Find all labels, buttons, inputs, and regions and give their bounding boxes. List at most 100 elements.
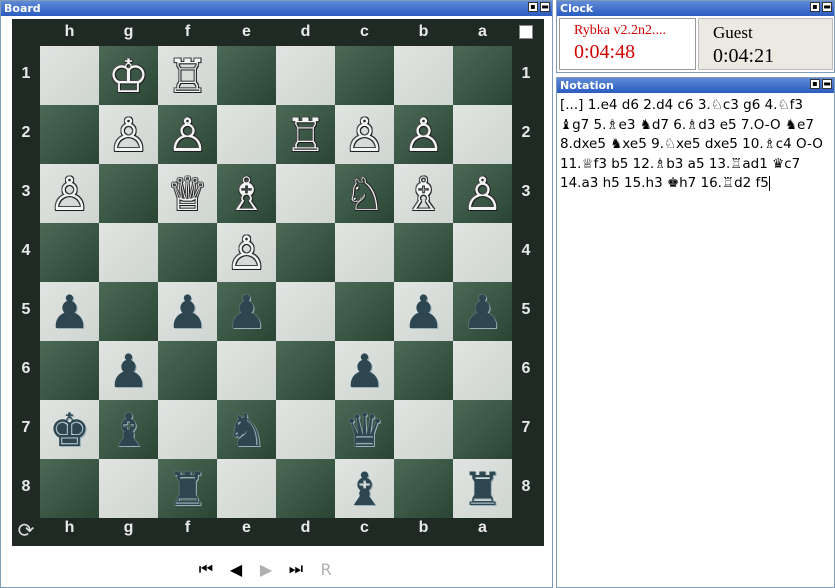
square-f4[interactable] (158, 223, 217, 282)
white-piece-e3[interactable]: ♗ (226, 168, 267, 220)
square-d7[interactable] (276, 400, 335, 459)
square-f5[interactable]: ♟ (158, 282, 217, 341)
square-b7[interactable] (394, 400, 453, 459)
restore-icon[interactable]: ▪ (810, 79, 820, 89)
square-c5[interactable] (335, 282, 394, 341)
square-f3[interactable]: ♕ (158, 164, 217, 223)
square-b8[interactable] (394, 459, 453, 518)
square-d6[interactable] (276, 341, 335, 400)
square-h1[interactable] (40, 46, 99, 105)
black-piece-e5[interactable]: ♟ (226, 286, 267, 338)
square-c4[interactable] (335, 223, 394, 282)
black-piece-g6[interactable]: ♟ (108, 345, 149, 397)
black-piece-e7[interactable]: ♞ (226, 404, 267, 456)
square-c3[interactable]: ♘ (335, 164, 394, 223)
square-g4[interactable] (99, 223, 158, 282)
square-f2[interactable]: ♙ (158, 105, 217, 164)
square-b1[interactable] (394, 46, 453, 105)
square-h8[interactable] (40, 459, 99, 518)
square-h7[interactable]: ♚ (40, 400, 99, 459)
square-e8[interactable] (217, 459, 276, 518)
square-f1[interactable]: ♖ (158, 46, 217, 105)
replay-button[interactable]: R (317, 560, 335, 579)
white-piece-f1[interactable]: ♖ (167, 50, 208, 102)
white-piece-c3[interactable]: ♘ (344, 168, 385, 220)
square-c7[interactable]: ♛ (335, 400, 394, 459)
restore-icon[interactable]: ▪ (810, 2, 820, 12)
minimize-icon[interactable]: ▬ (540, 2, 550, 12)
square-a6[interactable] (453, 341, 512, 400)
square-g7[interactable]: ♝ (99, 400, 158, 459)
square-a3[interactable]: ♙ (453, 164, 512, 223)
square-c2[interactable]: ♙ (335, 105, 394, 164)
square-a7[interactable] (453, 400, 512, 459)
black-piece-a8[interactable]: ♜ (462, 463, 503, 515)
square-b5[interactable]: ♟ (394, 282, 453, 341)
square-a8[interactable]: ♜ (453, 459, 512, 518)
square-a4[interactable] (453, 223, 512, 282)
white-piece-g2[interactable]: ♙ (108, 109, 149, 161)
last-move-button[interactable]: ⏭ (287, 559, 305, 579)
white-piece-c2[interactable]: ♙ (344, 109, 385, 161)
square-a1[interactable] (453, 46, 512, 105)
square-g2[interactable]: ♙ (99, 105, 158, 164)
square-g8[interactable] (99, 459, 158, 518)
black-piece-f5[interactable]: ♟ (167, 286, 208, 338)
white-piece-b3[interactable]: ♗ (403, 168, 444, 220)
settings-checkbox[interactable] (519, 25, 533, 39)
board-squares[interactable]: ♔ ♖ ♙ ♙ ♖ ♙ ♙ ♙ ♕ ♗ ♘ ♗ ♙ ♙ ♟ ♟ ♟ ♟ ♟ ♟ ♟ ♚ ♝ ♞ ♛ ♜ ♝ ♜ (40, 46, 512, 518)
minimize-icon[interactable]: ▬ (822, 79, 832, 89)
square-c6[interactable]: ♟ (335, 341, 394, 400)
square-d3[interactable] (276, 164, 335, 223)
black-piece-b5[interactable]: ♟ (403, 286, 444, 338)
black-piece-f8[interactable]: ♜ (167, 463, 208, 515)
square-d8[interactable] (276, 459, 335, 518)
square-b3[interactable]: ♗ (394, 164, 453, 223)
square-d2[interactable]: ♖ (276, 105, 335, 164)
black-piece-a5[interactable]: ♟ (462, 286, 503, 338)
square-e2[interactable] (217, 105, 276, 164)
square-e1[interactable] (217, 46, 276, 105)
square-f6[interactable] (158, 341, 217, 400)
square-g3[interactable] (99, 164, 158, 223)
square-h6[interactable] (40, 341, 99, 400)
black-piece-g7[interactable]: ♝ (108, 404, 149, 456)
square-a2[interactable] (453, 105, 512, 164)
square-g1[interactable]: ♔ (99, 46, 158, 105)
white-piece-e4[interactable]: ♙ (226, 227, 267, 279)
square-d5[interactable] (276, 282, 335, 341)
white-piece-g1[interactable]: ♔ (108, 50, 149, 102)
square-h2[interactable] (40, 105, 99, 164)
black-piece-h5[interactable]: ♟ (49, 286, 90, 338)
chessboard[interactable]: ♔ ♖ ♙ ♙ ♖ ♙ ♙ ♙ ♕ ♗ ♘ ♗ ♙ ♙ ♟ ♟ ♟ ♟ ♟ ♟ ♟ ♚ ♝ ♞ ♛ ♜ ♝ ♜ ⟳ h h g g f f e e d… (12, 19, 544, 546)
square-c1[interactable] (335, 46, 394, 105)
first-move-button[interactable]: ⏮ (197, 559, 215, 579)
square-h3[interactable]: ♙ (40, 164, 99, 223)
white-piece-f3[interactable]: ♕ (167, 168, 208, 220)
previous-move-button[interactable]: ◀ (227, 560, 245, 579)
square-b4[interactable] (394, 223, 453, 282)
white-piece-b2[interactable]: ♙ (403, 109, 444, 161)
next-move-button[interactable]: ▶ (257, 560, 275, 579)
black-piece-c7[interactable]: ♛ (344, 404, 385, 456)
square-d1[interactable] (276, 46, 335, 105)
square-a5[interactable]: ♟ (453, 282, 512, 341)
minimize-icon[interactable]: ▬ (822, 2, 832, 12)
square-f8[interactable]: ♜ (158, 459, 217, 518)
square-e7[interactable]: ♞ (217, 400, 276, 459)
square-e3[interactable]: ♗ (217, 164, 276, 223)
white-piece-a3[interactable]: ♙ (462, 168, 503, 220)
white-piece-h3[interactable]: ♙ (49, 168, 90, 220)
square-g5[interactable] (99, 282, 158, 341)
flip-board-icon[interactable]: ⟳ (15, 519, 37, 541)
square-e6[interactable] (217, 341, 276, 400)
white-piece-f2[interactable]: ♙ (167, 109, 208, 161)
black-piece-c8[interactable]: ♝ (344, 463, 385, 515)
square-h4[interactable] (40, 223, 99, 282)
white-piece-d2[interactable]: ♖ (285, 109, 326, 161)
black-piece-h7[interactable]: ♚ (49, 404, 90, 456)
square-e4[interactable]: ♙ (217, 223, 276, 282)
square-g6[interactable]: ♟ (99, 341, 158, 400)
move-list[interactable]: [...] 1.e4 d6 2.d4 c6 3.♘c3 g6 4.♘f3 ♝g7… (560, 96, 831, 194)
square-f7[interactable] (158, 400, 217, 459)
